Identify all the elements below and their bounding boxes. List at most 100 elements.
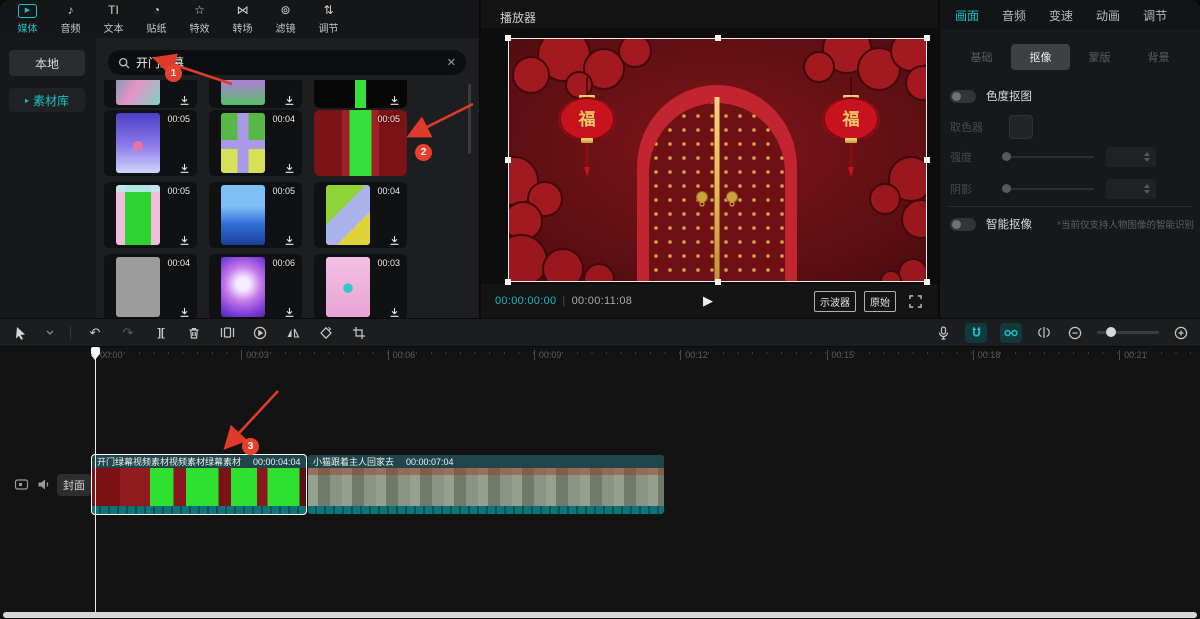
strength-spinner[interactable]	[1106, 147, 1156, 167]
tab-text[interactable]: TI文本	[92, 2, 135, 36]
spinner-up-icon[interactable]	[1144, 184, 1150, 188]
tab-effects[interactable]: ☆特效	[178, 2, 221, 36]
inspector-subtab-background[interactable]: 背景	[1129, 44, 1188, 70]
zoom-in-icon[interactable]	[1172, 324, 1190, 342]
timeline-horizontal-scrollbar[interactable]	[3, 612, 1197, 618]
asset-card[interactable]: 00:04	[104, 254, 197, 318]
resize-handle[interactable]	[924, 279, 930, 285]
asset-card[interactable]: 00:04	[209, 110, 302, 176]
shadow-spinner[interactable]	[1106, 179, 1156, 199]
timeline-clip[interactable]: 小猫跟着主人回家去00:00:07:04	[308, 455, 664, 514]
delete-icon[interactable]	[185, 324, 203, 342]
download-icon[interactable]	[389, 233, 400, 244]
zoom-slider-knob[interactable]	[1106, 327, 1116, 337]
rotate-icon[interactable]	[317, 324, 335, 342]
search-input[interactable]: 开门绿幕 ✕	[108, 50, 466, 75]
resize-handle[interactable]	[505, 279, 511, 285]
resize-handle[interactable]	[505, 157, 511, 163]
download-icon[interactable]	[389, 93, 400, 104]
shadow-slider[interactable]	[1002, 188, 1094, 190]
asset-card[interactable]: 00:05	[104, 110, 197, 176]
tab-audio[interactable]: ♪音频	[49, 2, 92, 36]
inspector-subtab-basic[interactable]: 基础	[952, 44, 1011, 70]
grid-scrollbar[interactable]	[468, 84, 471, 154]
resize-handle[interactable]	[715, 279, 721, 285]
ruler[interactable]: 00:0000:0300:0600:0900:1200:1500:1800:21	[0, 347, 1200, 365]
asset-card[interactable]	[209, 80, 302, 108]
mirror-icon[interactable]	[284, 324, 302, 342]
fullscreen-icon[interactable]	[909, 295, 922, 308]
inspector-tab-adjust[interactable]: 调节	[1143, 7, 1167, 24]
resize-handle[interactable]	[715, 35, 721, 41]
tab-adjust[interactable]: ⇅调节	[307, 2, 350, 36]
tab-filters[interactable]: ⊚滤镜	[264, 2, 307, 36]
clip-strip	[92, 506, 306, 514]
chroma-key-toggle[interactable]	[950, 90, 976, 103]
resize-handle[interactable]	[924, 157, 930, 163]
preview-play-icon[interactable]	[251, 324, 269, 342]
download-icon[interactable]	[179, 305, 190, 316]
inspector-tab-speed[interactable]: 变速	[1049, 7, 1073, 24]
player-title: 播放器	[500, 9, 536, 26]
strength-slider[interactable]	[1002, 156, 1094, 158]
redo-icon[interactable]: ↷	[119, 324, 137, 342]
link-clips-icon[interactable]	[1000, 323, 1022, 343]
tab-media[interactable]: ▶媒体	[6, 2, 49, 36]
inspector-tab-canvas[interactable]: 画面	[955, 7, 979, 24]
download-icon[interactable]	[284, 93, 295, 104]
timeline-clip[interactable]: 开门绿幕视频素材视频素材绿幕素材00:00:04:04	[92, 455, 306, 514]
download-icon[interactable]	[284, 233, 295, 244]
play-button[interactable]: ▶	[703, 293, 713, 309]
select-tool-icon[interactable]	[12, 324, 30, 342]
tab-transitions[interactable]: ⋈转场	[221, 2, 264, 36]
clear-search-icon[interactable]: ✕	[447, 56, 456, 69]
text-icon: TI	[108, 4, 119, 18]
record-voiceover-icon[interactable]	[934, 324, 952, 342]
inspector-tab-animation[interactable]: 动画	[1096, 7, 1120, 24]
resize-handle[interactable]	[924, 35, 930, 41]
asset-card[interactable]: 00:03	[314, 254, 407, 318]
split-icon[interactable]: ][	[152, 324, 170, 342]
preview-canvas[interactable]: 福 福	[508, 38, 927, 282]
asset-card[interactable]: 00:05	[104, 182, 197, 248]
magnetic-snap-icon[interactable]	[965, 323, 987, 343]
freeze-frame-icon[interactable]	[218, 324, 236, 342]
spinner-up-icon[interactable]	[1144, 152, 1150, 156]
asset-card[interactable]: 00:04	[314, 182, 407, 248]
transitions-icon: ⋈	[237, 4, 249, 18]
smart-key-toggle[interactable]	[950, 218, 976, 231]
undo-icon[interactable]: ↶	[86, 324, 104, 342]
inspector-tab-audio[interactable]: 音频	[1002, 7, 1026, 24]
download-icon[interactable]	[179, 233, 190, 244]
smart-key-row: 智能抠像 *当前仅支持人物图像的智能识别	[950, 216, 1194, 232]
asset-library-item[interactable]: ▸ 素材库	[9, 88, 85, 112]
zoom-out-icon[interactable]	[1066, 324, 1084, 342]
shadow-slider-thumb[interactable]	[1002, 184, 1011, 193]
select-tool-dropdown-icon[interactable]	[45, 324, 55, 342]
scope-button[interactable]: 示波器	[814, 291, 856, 312]
download-icon[interactable]	[284, 161, 295, 172]
asset-card[interactable]: 00:06	[209, 254, 302, 318]
download-icon[interactable]	[389, 305, 400, 316]
inspector-subtab-mask[interactable]: 蒙版	[1070, 44, 1129, 70]
download-icon[interactable]	[179, 93, 190, 104]
local-button[interactable]: 本地	[9, 50, 85, 76]
spinner-down-icon[interactable]	[1144, 158, 1150, 162]
tab-sticker[interactable]: ◔贴纸	[135, 2, 178, 36]
timeline-zoom-slider[interactable]	[1097, 331, 1159, 334]
playhead-handle[interactable]	[91, 347, 100, 355]
asset-card[interactable]: 00:05	[314, 110, 407, 176]
auto-ripple-icon[interactable]	[1035, 324, 1053, 342]
asset-card[interactable]	[104, 80, 197, 108]
resize-handle[interactable]	[505, 35, 511, 41]
download-icon[interactable]	[179, 161, 190, 172]
color-picker-swatch[interactable]	[1009, 115, 1033, 139]
inspector-subtab-cutout[interactable]: 抠像	[1011, 44, 1070, 70]
asset-card[interactable]	[314, 80, 407, 108]
crop-icon[interactable]	[350, 324, 368, 342]
strength-slider-thumb[interactable]	[1002, 152, 1011, 161]
download-icon[interactable]	[284, 305, 295, 316]
original-button[interactable]: 原始	[864, 291, 896, 312]
spinner-down-icon[interactable]	[1144, 190, 1150, 194]
asset-card[interactable]: 00:05	[209, 182, 302, 248]
